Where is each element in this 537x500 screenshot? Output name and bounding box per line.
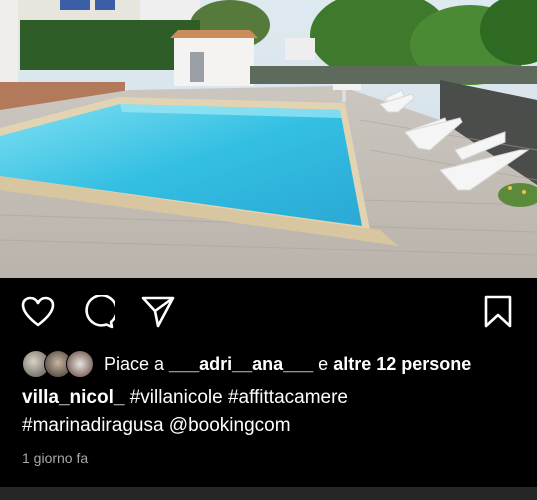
caption-hashtags[interactable]: #villanicole #affittacamere — [124, 387, 348, 408]
paper-plane-icon — [141, 296, 175, 328]
likes-text: Piace a ___adri__ana___ e altre 12 perso… — [104, 354, 471, 375]
likes-connector: e — [313, 353, 334, 374]
like-button[interactable] — [20, 294, 56, 330]
comment-bubble-icon — [85, 295, 115, 329]
likes-row[interactable]: Piace a ___adri__ana___ e altre 12 perso… — [22, 348, 471, 380]
other-likers-link[interactable]: altre 12 persone — [333, 354, 471, 374]
pool-photo-illustration — [0, 0, 537, 278]
bookmark-outline-icon — [484, 295, 512, 328]
share-button[interactable] — [140, 294, 176, 330]
bottom-bar — [0, 487, 537, 500]
liker-username[interactable]: ___adri__ana___ — [169, 354, 313, 374]
avatar — [66, 350, 94, 378]
save-button[interactable] — [480, 294, 516, 330]
liker-avatars — [22, 350, 94, 378]
likes-prefix: Piace a — [104, 353, 170, 374]
post-actions-bar — [0, 278, 537, 344]
caption-line-2[interactable]: #marinadiragusa @bookingcom — [22, 412, 522, 440]
caption-line-1: villa_nicol_ #villanicole #affittacamere — [22, 384, 522, 412]
post-timestamp: 1 giorno fa — [22, 450, 89, 466]
post-photo[interactable] — [0, 0, 537, 278]
comment-button[interactable] — [80, 294, 116, 330]
heart-outline-icon — [21, 296, 55, 327]
post-caption: villa_nicol_ #villanicole #affittacamere… — [22, 384, 522, 440]
caption-username[interactable]: villa_nicol_ — [22, 387, 124, 408]
